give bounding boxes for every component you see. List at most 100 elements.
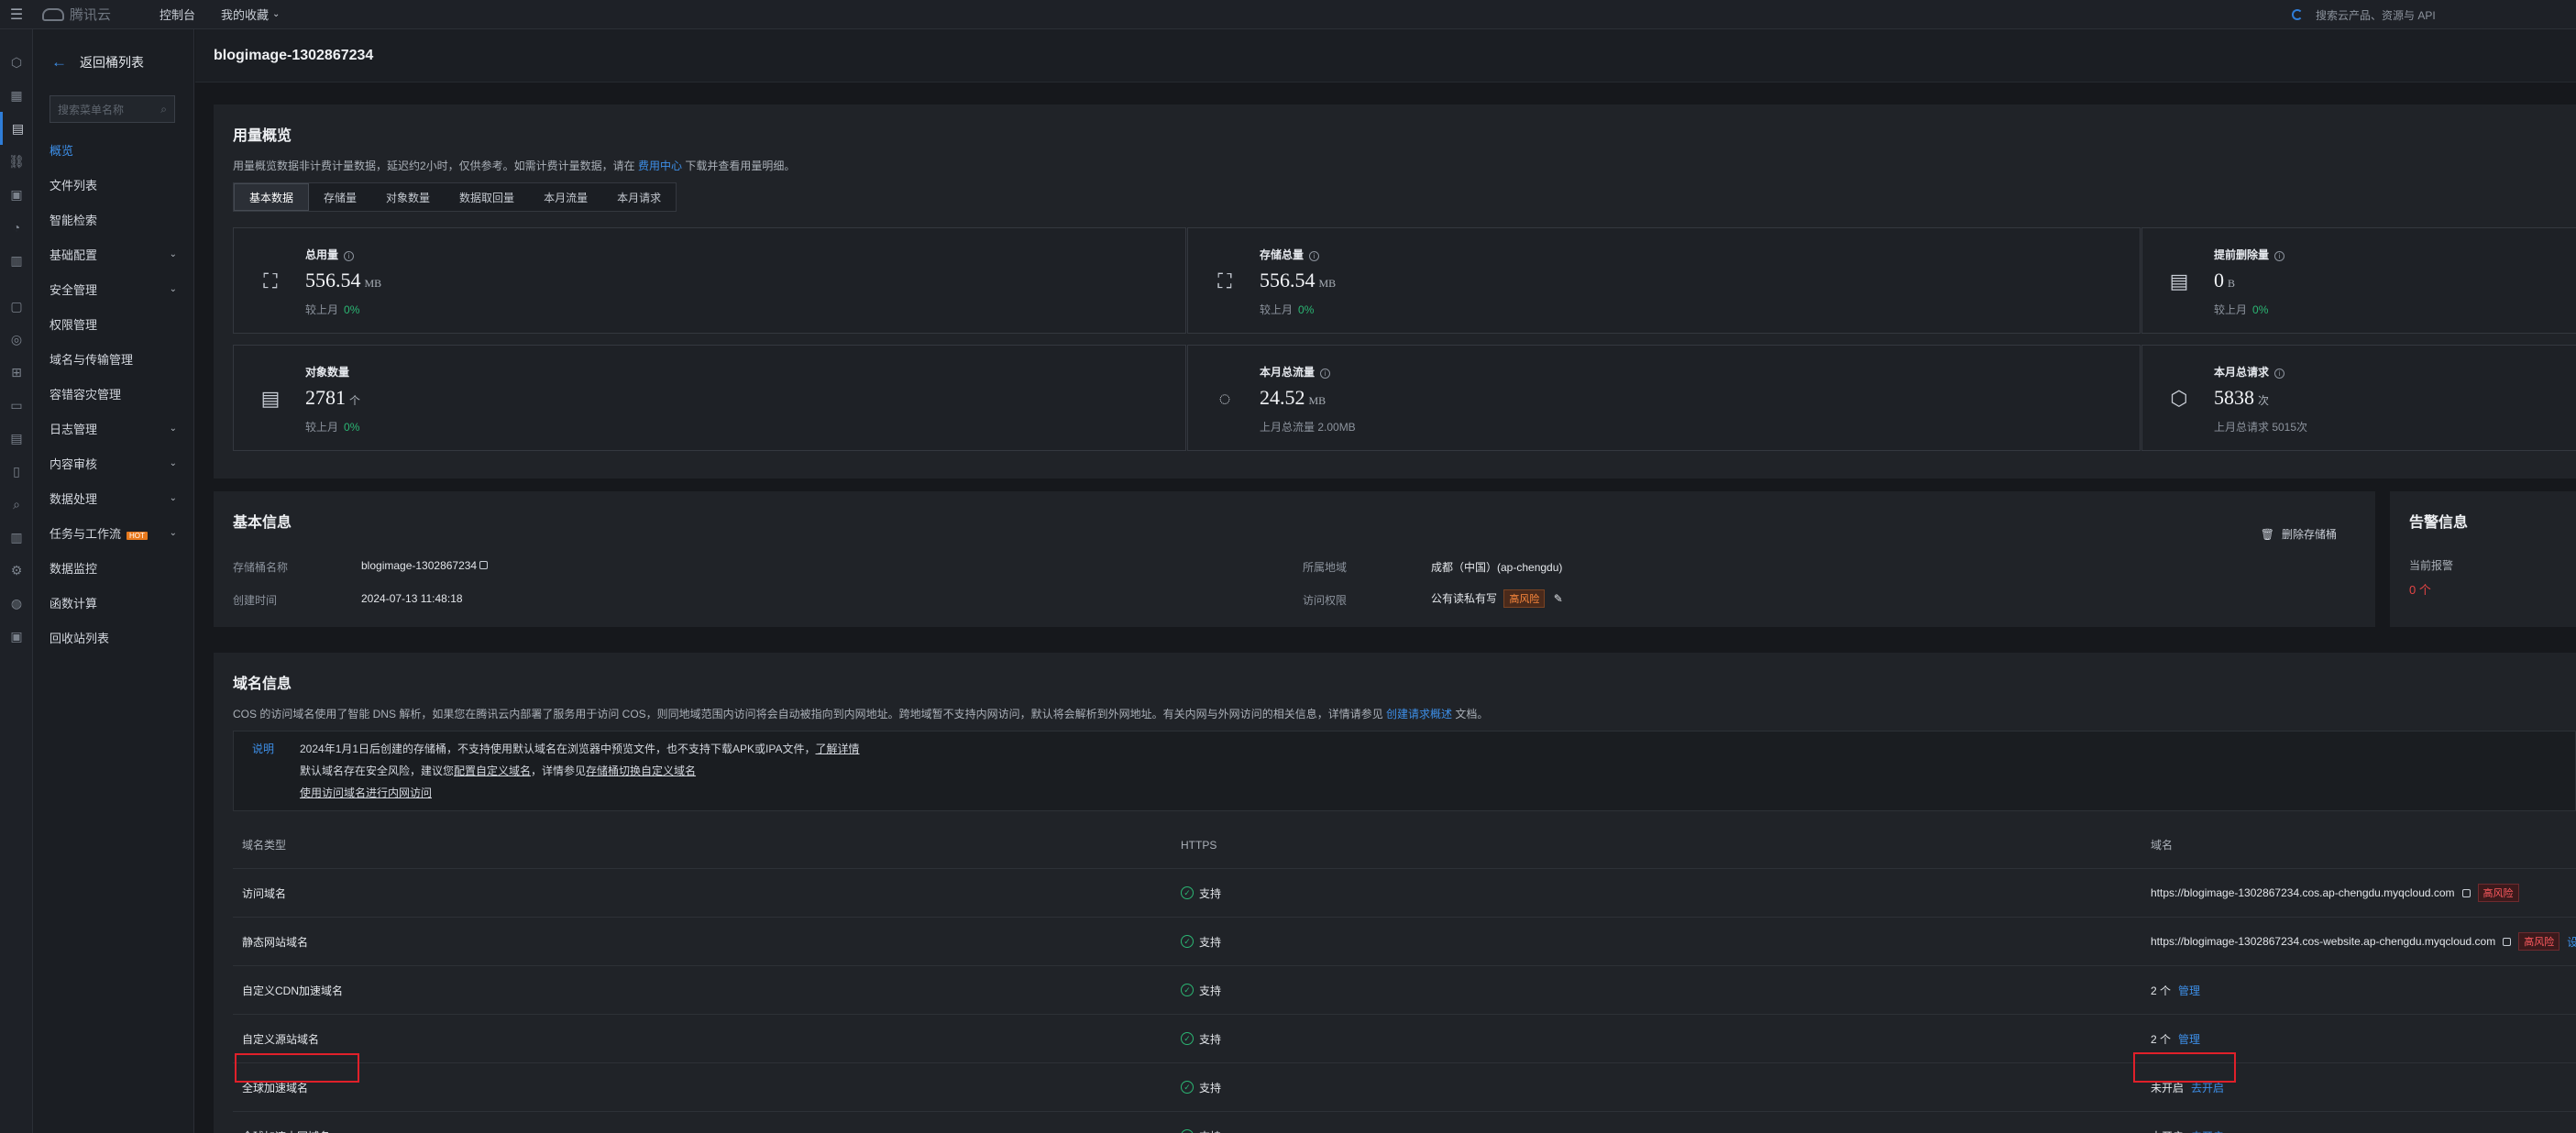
- rail-archive-icon[interactable]: ▣: [0, 620, 33, 653]
- copy-icon[interactable]: [479, 561, 489, 569]
- rail-file-icon[interactable]: ▢: [0, 290, 33, 323]
- domain-cell: 未开启 去开启: [2151, 1112, 2224, 1133]
- domain-action-link[interactable]: 去开启: [2191, 1128, 2224, 1133]
- usage-tab[interactable]: 对象数量: [371, 183, 445, 211]
- bucket-name-text: blogimage-1302867234: [361, 559, 478, 572]
- copy-icon[interactable]: [2461, 888, 2471, 897]
- sidebar-item[interactable]: 安全管理 ⌄: [33, 271, 193, 306]
- rail-search-icon[interactable]: ⌕: [0, 488, 33, 521]
- domain-cell: https://blogimage-1302867234.cos.ap-chen…: [2151, 869, 2519, 917]
- domain-action-link[interactable]: 管理: [2178, 1031, 2200, 1047]
- sidebar-item[interactable]: 权限管理: [33, 306, 193, 341]
- page-title: blogimage-1302867234: [195, 29, 2576, 82]
- stat-value-number: 2781: [305, 386, 346, 409]
- sidebar-item[interactable]: 概览: [33, 132, 193, 167]
- rail-tree-icon[interactable]: ⊞: [0, 356, 33, 389]
- sidebar-item[interactable]: 数据监控: [33, 550, 193, 585]
- copy-icon[interactable]: [2503, 937, 2512, 946]
- rail-server-icon[interactable]: ▥: [0, 521, 33, 554]
- check-circle-icon: ✓: [1181, 1129, 1194, 1133]
- sidebar-item[interactable]: 数据处理 ⌄: [33, 480, 193, 515]
- sidebar-item[interactable]: 智能检索: [33, 202, 193, 236]
- stat-unit: MB: [1308, 394, 1327, 407]
- rail-book-icon[interactable]: ▯: [0, 455, 33, 488]
- usage-tab[interactable]: 本月流量: [529, 183, 602, 211]
- console-link[interactable]: 控制台: [160, 6, 195, 23]
- arrow-left-icon: ←: [51, 53, 67, 71]
- requests-icon: ⬡: [2170, 387, 2188, 410]
- sidebar-item[interactable]: 基础配置 ⌄: [33, 236, 193, 271]
- domain-info-card: 域名信息 COS 的访问域名使用了智能 DNS 解析，如果您在腾讯云内部署了服务…: [214, 640, 2576, 1133]
- configure-custom-domain-link[interactable]: 配置自定义域名: [454, 764, 531, 777]
- https-cell: ✓ 支持: [1181, 869, 1221, 917]
- back-to-bucket-list[interactable]: ← 返回桶列表: [33, 29, 193, 95]
- rail-pie-icon[interactable]: ◔: [0, 211, 33, 244]
- sidebar-item[interactable]: 任务与工作流 HOT ⌄: [33, 515, 193, 550]
- intranet-access-link[interactable]: 使用访问域名进行内网访问: [300, 786, 432, 799]
- sidebar-item[interactable]: 回收站列表: [33, 620, 193, 654]
- edit-pencil-icon[interactable]: ✎: [1554, 592, 1563, 605]
- stat-label: 总用量 i: [305, 247, 355, 262]
- sidebar-item[interactable]: 域名与传输管理: [33, 341, 193, 376]
- rail-link-icon[interactable]: ⛓: [0, 145, 33, 178]
- https-cell: ✓ 支持: [1181, 966, 1221, 1014]
- rail-grid-icon[interactable]: ▦: [0, 79, 33, 112]
- domain-action-link[interactable]: 管理: [2178, 983, 2200, 998]
- rail-cos-icon[interactable]: ▤: [0, 112, 33, 145]
- back-label: 返回桶列表: [80, 55, 144, 70]
- chevron-down-icon: ⌄: [272, 9, 281, 19]
- rail-gear-icon[interactable]: ⚙: [0, 554, 33, 587]
- notice-line-2-mid: ，详情参见: [531, 764, 587, 777]
- info-icon[interactable]: i: [344, 251, 355, 261]
- rail-target-icon[interactable]: ◎: [0, 323, 33, 356]
- usage-tab[interactable]: 基本数据: [234, 183, 310, 211]
- usage-tab[interactable]: 本月请求: [602, 183, 676, 211]
- sidebar-item-label: 日志管理: [50, 422, 98, 436]
- usage-tab[interactable]: 存储量: [309, 183, 371, 211]
- usage-overview-card: 用量概览 用量概览数据非计费计量数据，延迟约2小时，仅供参考。如需计费计量数据，…: [214, 104, 2576, 478]
- rail-calendar-icon[interactable]: ▣: [0, 178, 33, 211]
- billing-center-link[interactable]: 费用中心: [638, 160, 682, 172]
- sidebar-item[interactable]: 函数计算: [33, 585, 193, 620]
- hamburger-menu-icon[interactable]: ☰: [0, 0, 33, 29]
- rail-db-icon[interactable]: ▤: [0, 422, 33, 455]
- favorites-menu[interactable]: 我的收藏 ⌄: [221, 6, 280, 23]
- usage-tab[interactable]: 数据取回量: [445, 183, 529, 211]
- notice-line-1: 2024年1月1日后创建的存储桶，不支持使用默认域名在浏览器中预览文件，也不支持…: [300, 741, 860, 756]
- stat-value-number: 556.54: [1260, 269, 1316, 292]
- global-search[interactable]: 搜索云产品、资源与 API: [2292, 0, 2436, 29]
- stat-change: 0%: [2252, 303, 2269, 316]
- stat-value: 5838 次: [2214, 386, 2269, 410]
- https-cell: ✓ 支持: [1181, 1063, 1221, 1111]
- main-content: blogimage-1302867234 用量概览 用量概览数据非计费计量数据，…: [195, 29, 2576, 1133]
- sidebar-item[interactable]: 日志管理 ⌄: [33, 411, 193, 446]
- learn-more-link[interactable]: 了解详情: [816, 742, 860, 755]
- info-icon[interactable]: i: [2274, 251, 2285, 261]
- stat-unit: B: [2228, 277, 2236, 290]
- rail-globe-icon[interactable]: ◍: [0, 587, 33, 620]
- sidebar-item[interactable]: 内容审核 ⌄: [33, 446, 193, 480]
- created-time-value: 2024-07-13 11:48:18: [361, 592, 463, 605]
- search-input[interactable]: 搜索云产品、资源与 API: [2316, 7, 2436, 23]
- info-icon[interactable]: i: [1309, 251, 1320, 261]
- rail-overview-icon[interactable]: ⬡: [0, 46, 33, 79]
- delete-bucket-button[interactable]: 🗑 删除存储桶: [2261, 526, 2337, 542]
- info-icon[interactable]: i: [2274, 368, 2285, 379]
- menu-search-input[interactable]: 搜索菜单名称 ⌕: [50, 95, 175, 123]
- domain-action-link[interactable]: 设置: [2567, 934, 2576, 950]
- logo[interactable]: 腾讯云: [42, 5, 134, 24]
- info-icon[interactable]: i: [1320, 368, 1331, 379]
- basic-info-title: 基本信息: [233, 515, 292, 531]
- bucket-sidebar: ← 返回桶列表 搜索菜单名称 ⌕ 概览 文件列表 智能检索 基础配置 ⌄ 安全管理 ⌄ 权限管…: [33, 29, 194, 1133]
- switch-custom-domain-link[interactable]: 存储桶切换自定义域名: [586, 764, 696, 777]
- sidebar-item[interactable]: 容错容灾管理: [33, 376, 193, 411]
- https-cell: ✓ 支持: [1181, 918, 1221, 965]
- rail-doc-icon[interactable]: ▥: [0, 244, 33, 277]
- basic-info-card: 基本信息 🗑 删除存储桶 存储桶名称 blogimage-1302867234 …: [214, 478, 2375, 627]
- rail-box-icon[interactable]: ▭: [0, 389, 33, 422]
- sidebar-item[interactable]: 文件列表: [33, 167, 193, 202]
- usage-tabs: 基本数据 存储量 对象数量 数据取回量 本月流量 本月请求: [233, 182, 677, 212]
- stat-compare: 较上月 0%: [2214, 302, 2268, 317]
- request-overview-link[interactable]: 创建请求概述: [1386, 708, 1452, 720]
- current-alarm-value[interactable]: 0 个: [2409, 580, 2557, 598]
